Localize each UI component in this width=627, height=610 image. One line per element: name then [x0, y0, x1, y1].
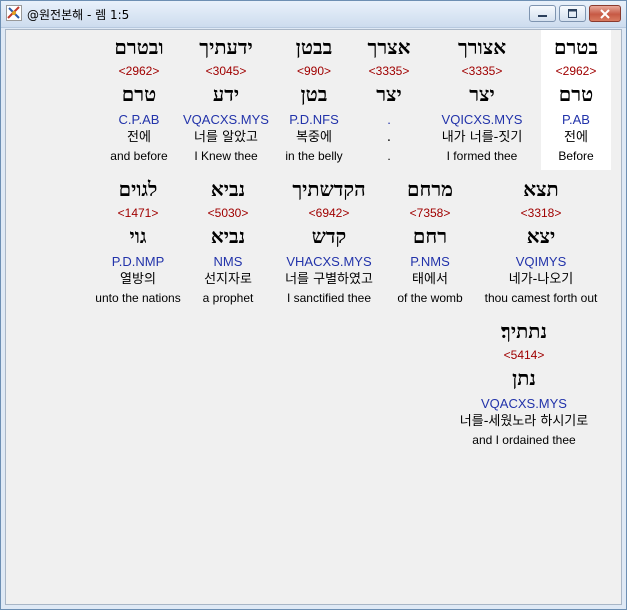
- root-word: גוי: [129, 224, 147, 248]
- strong-number[interactable]: <5414>: [438, 349, 610, 361]
- morphology-code[interactable]: P.D.NFS: [272, 113, 356, 126]
- maximize-button[interactable]: [559, 5, 586, 22]
- window-title: @원전본해 - 렘 1:5: [27, 8, 130, 22]
- english-gloss: I sanctified thee: [286, 291, 372, 305]
- word-cell[interactable]: ובטרם <2962> טרם C.P.AB 전에 and before: [102, 34, 176, 168]
- morphology-code[interactable]: P.NMS: [388, 255, 472, 268]
- strong-number[interactable]: <3318>: [476, 207, 606, 219]
- root-word: בטן: [300, 82, 328, 106]
- hebrew-word: בטרם: [553, 35, 599, 59]
- morphology-code[interactable]: NMS: [190, 255, 266, 268]
- strong-number[interactable]: <3335>: [354, 65, 424, 77]
- minimize-button[interactable]: [529, 5, 556, 22]
- root-word: ידע: [212, 82, 240, 106]
- strong-number[interactable]: <1471>: [88, 207, 188, 219]
- strong-number[interactable]: <2962>: [102, 65, 176, 77]
- hebrew-word: נביא: [210, 177, 246, 201]
- strong-number[interactable]: <6942>: [268, 207, 390, 219]
- english-gloss: and I ordained thee: [472, 433, 576, 447]
- word-cell[interactable]: תצא <3318> יצא VQIMYS 네가-나오기 thou camest…: [476, 176, 606, 310]
- morphology-code[interactable]: .: [354, 113, 424, 126]
- word-cell[interactable]: הקדשתיך <6942> קדש VHACXS.MYS 너를 구별하였고 I…: [268, 176, 390, 310]
- strong-number[interactable]: <7358>: [388, 207, 472, 219]
- root-word: יצא: [526, 224, 556, 248]
- close-button[interactable]: [589, 5, 621, 22]
- word-cell-selected[interactable]: בטרם <2962> טרם P.AB 전에 Before: [541, 30, 611, 170]
- root-word: יצר: [469, 82, 495, 106]
- morphology-code[interactable]: VQACXS.MYS: [180, 113, 272, 126]
- english-gloss: in the belly: [285, 149, 343, 163]
- morphology-code[interactable]: VQIMYS: [476, 255, 606, 268]
- strong-number[interactable]: <3335>: [428, 65, 536, 77]
- korean-gloss: 너를 구별하였고: [285, 272, 373, 287]
- interlinear-panel[interactable]: ובטרם <2962> טרם C.P.AB 전에 and before יד…: [5, 29, 622, 605]
- hebrew-word: נתתיך׃: [501, 319, 547, 343]
- morphology-code[interactable]: C.P.AB: [102, 113, 176, 126]
- english-gloss: I formed thee: [446, 149, 518, 163]
- maximize-icon: [568, 9, 577, 18]
- morphology-code[interactable]: P.AB: [541, 113, 611, 126]
- morphology-code[interactable]: P.D.NMP: [88, 255, 188, 268]
- word-cell[interactable]: מרחם <7358> רחם P.NMS 태에서 of the womb: [388, 176, 472, 310]
- english-gloss: of the womb: [397, 291, 463, 305]
- app-logo-icon: [6, 5, 22, 21]
- root-word: יצר: [376, 82, 402, 106]
- korean-gloss: 전에: [127, 130, 151, 145]
- hebrew-word: לגוים: [118, 177, 158, 201]
- korean-gloss: 전에: [564, 130, 588, 145]
- root-word: נביא: [210, 224, 246, 248]
- strong-number[interactable]: <3045>: [180, 65, 272, 77]
- english-gloss: and before: [110, 149, 168, 163]
- strong-number[interactable]: <5030>: [190, 207, 266, 219]
- hebrew-word: אצורך: [457, 35, 507, 59]
- morphology-code[interactable]: VQACXS.MYS: [438, 397, 610, 410]
- hebrew-word: ובטרם: [114, 35, 164, 59]
- morphology-code[interactable]: VHACXS.MYS: [268, 255, 390, 268]
- korean-gloss: 너를-세웠노라 하시기로: [459, 414, 589, 429]
- minimize-icon: [538, 15, 547, 17]
- korean-gloss: 네가-나오기: [508, 272, 574, 287]
- word-cell[interactable]: נתתיך׃ <5414> נתן VQACXS.MYS 너를-세웠노라 하시기…: [438, 318, 610, 452]
- word-cell[interactable]: בבטן <990> בטן P.D.NFS 복중에 in the belly: [272, 34, 356, 168]
- korean-gloss: 열방의: [120, 272, 156, 287]
- root-word: רחם: [412, 224, 448, 248]
- word-cell[interactable]: נביא <5030> נביא NMS 선지자로 a prophet: [190, 176, 266, 310]
- hebrew-word: הקדשתיך: [292, 177, 366, 201]
- hebrew-word: בבטן: [295, 35, 333, 59]
- hebrew-word: תצא: [523, 177, 559, 201]
- english-gloss: I Knew thee: [194, 149, 258, 163]
- word-cell[interactable]: אצורך <3335> יצר VQICXS.MYS 내가 너를-짓기 I f…: [428, 34, 536, 168]
- korean-gloss: .: [386, 130, 392, 145]
- korean-gloss: 선지자로: [204, 272, 252, 287]
- root-word: קדש: [311, 224, 347, 248]
- korean-gloss: 복중에: [296, 130, 332, 145]
- main-window: @원전본해 - 렘 1:5 ובטרם <2962> טרם C.P.AB 전에: [0, 0, 627, 610]
- english-gloss: Before: [558, 149, 594, 163]
- root-word: טרם: [558, 82, 594, 106]
- root-word: טרם: [121, 82, 157, 106]
- strong-number[interactable]: <990>: [272, 65, 356, 77]
- korean-gloss: 태에서: [412, 272, 448, 287]
- word-cell[interactable]: ידעתיך <3045> ידע VQACXS.MYS 너를 알았고 I Kn…: [180, 34, 272, 168]
- hebrew-word: אצרך: [367, 35, 411, 59]
- english-gloss: .: [387, 149, 391, 163]
- english-gloss: thou camest forth out: [484, 291, 598, 305]
- korean-gloss: 너를 알았고: [194, 130, 258, 145]
- word-cell[interactable]: אצרך <3335> יצר . . .: [354, 34, 424, 168]
- strong-number[interactable]: <2962>: [541, 65, 611, 77]
- korean-gloss: 내가 너를-짓기: [441, 130, 523, 145]
- morphology-code[interactable]: VQICXS.MYS: [428, 113, 536, 126]
- english-gloss: unto the nations: [95, 291, 181, 305]
- title-bar[interactable]: @원전본해 - 렘 1:5: [1, 1, 626, 28]
- hebrew-word: ידעתיך: [199, 35, 253, 59]
- root-word: נתן: [512, 366, 536, 390]
- word-cell[interactable]: לגוים <1471> גוי P.D.NMP 열방의 unto the na…: [88, 176, 188, 310]
- hebrew-word: מרחם: [407, 177, 453, 201]
- english-gloss: a prophet: [202, 291, 254, 305]
- close-icon: [600, 8, 610, 19]
